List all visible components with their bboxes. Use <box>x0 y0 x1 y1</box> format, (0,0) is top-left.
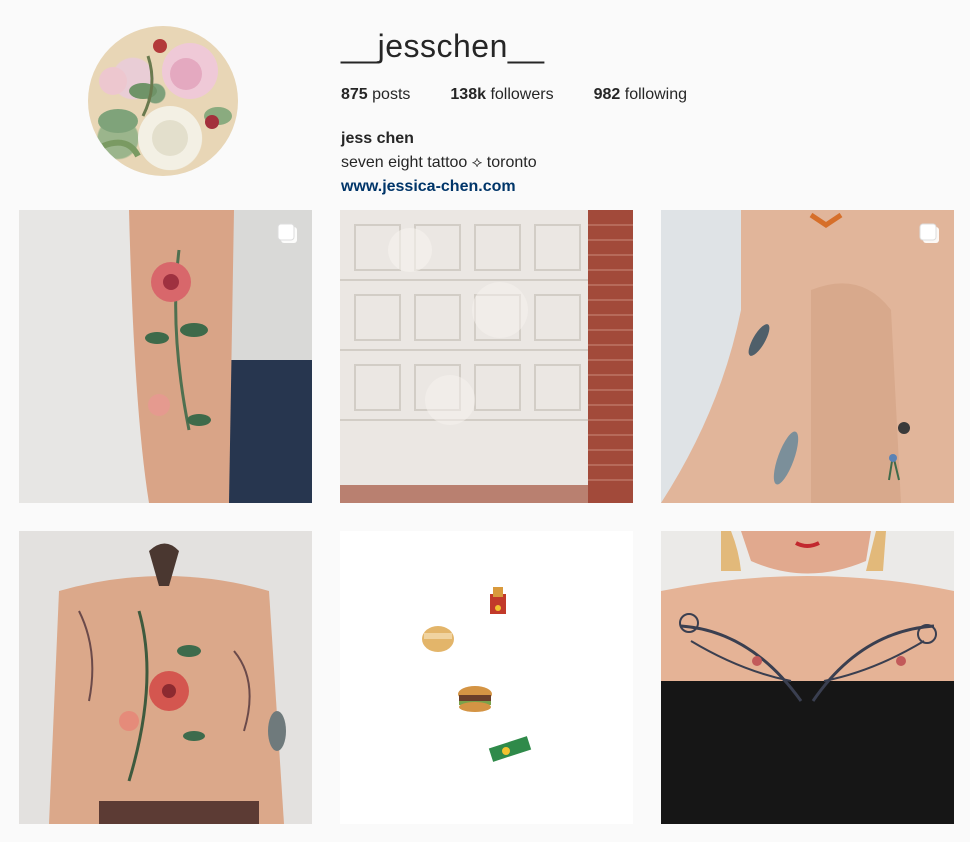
profile-website-link[interactable]: www.jessica-chen.com <box>341 175 537 199</box>
post-image-arm-tattoos <box>661 210 954 503</box>
profile-stats: 875 posts 138k followers 982 following <box>341 86 727 104</box>
post-image-garage-door <box>340 210 633 503</box>
avatar-floral-art <box>98 39 232 170</box>
post-tile[interactable] <box>340 210 633 503</box>
post-tile[interactable] <box>661 531 954 824</box>
following-label: following <box>624 86 688 103</box>
followers-count: 138k <box>450 86 486 103</box>
post-tile[interactable] <box>19 531 312 824</box>
multiple-images-icon <box>919 223 939 243</box>
profile-avatar[interactable] <box>88 26 238 176</box>
post-image-fast-food <box>340 531 633 824</box>
following-count: 982 <box>593 86 621 103</box>
post-image-chest-tattoo <box>661 531 954 824</box>
multiple-images-icon <box>277 223 297 243</box>
post-tile[interactable] <box>19 210 312 503</box>
post-tile[interactable] <box>661 210 954 503</box>
post-image-floral-arm <box>19 210 312 503</box>
posts-count: 875 <box>341 86 368 103</box>
followers-label: followers <box>490 86 554 103</box>
profile-username: __jesschen__ <box>341 28 545 64</box>
posts-label: posts <box>372 86 411 103</box>
following-stat[interactable]: 982 following <box>594 86 687 104</box>
post-image-floral-back <box>19 531 312 824</box>
post-tile[interactable] <box>340 531 633 824</box>
followers-stat[interactable]: 138k followers <box>450 86 553 104</box>
profile-bio: jess chen seven eight tattoo ⟡ toronto w… <box>341 127 537 199</box>
profile-full-name: jess chen <box>341 130 414 147</box>
posts-stat: 875 posts <box>341 86 410 104</box>
profile-bio-text: seven eight tattoo ⟡ toronto <box>341 154 537 171</box>
